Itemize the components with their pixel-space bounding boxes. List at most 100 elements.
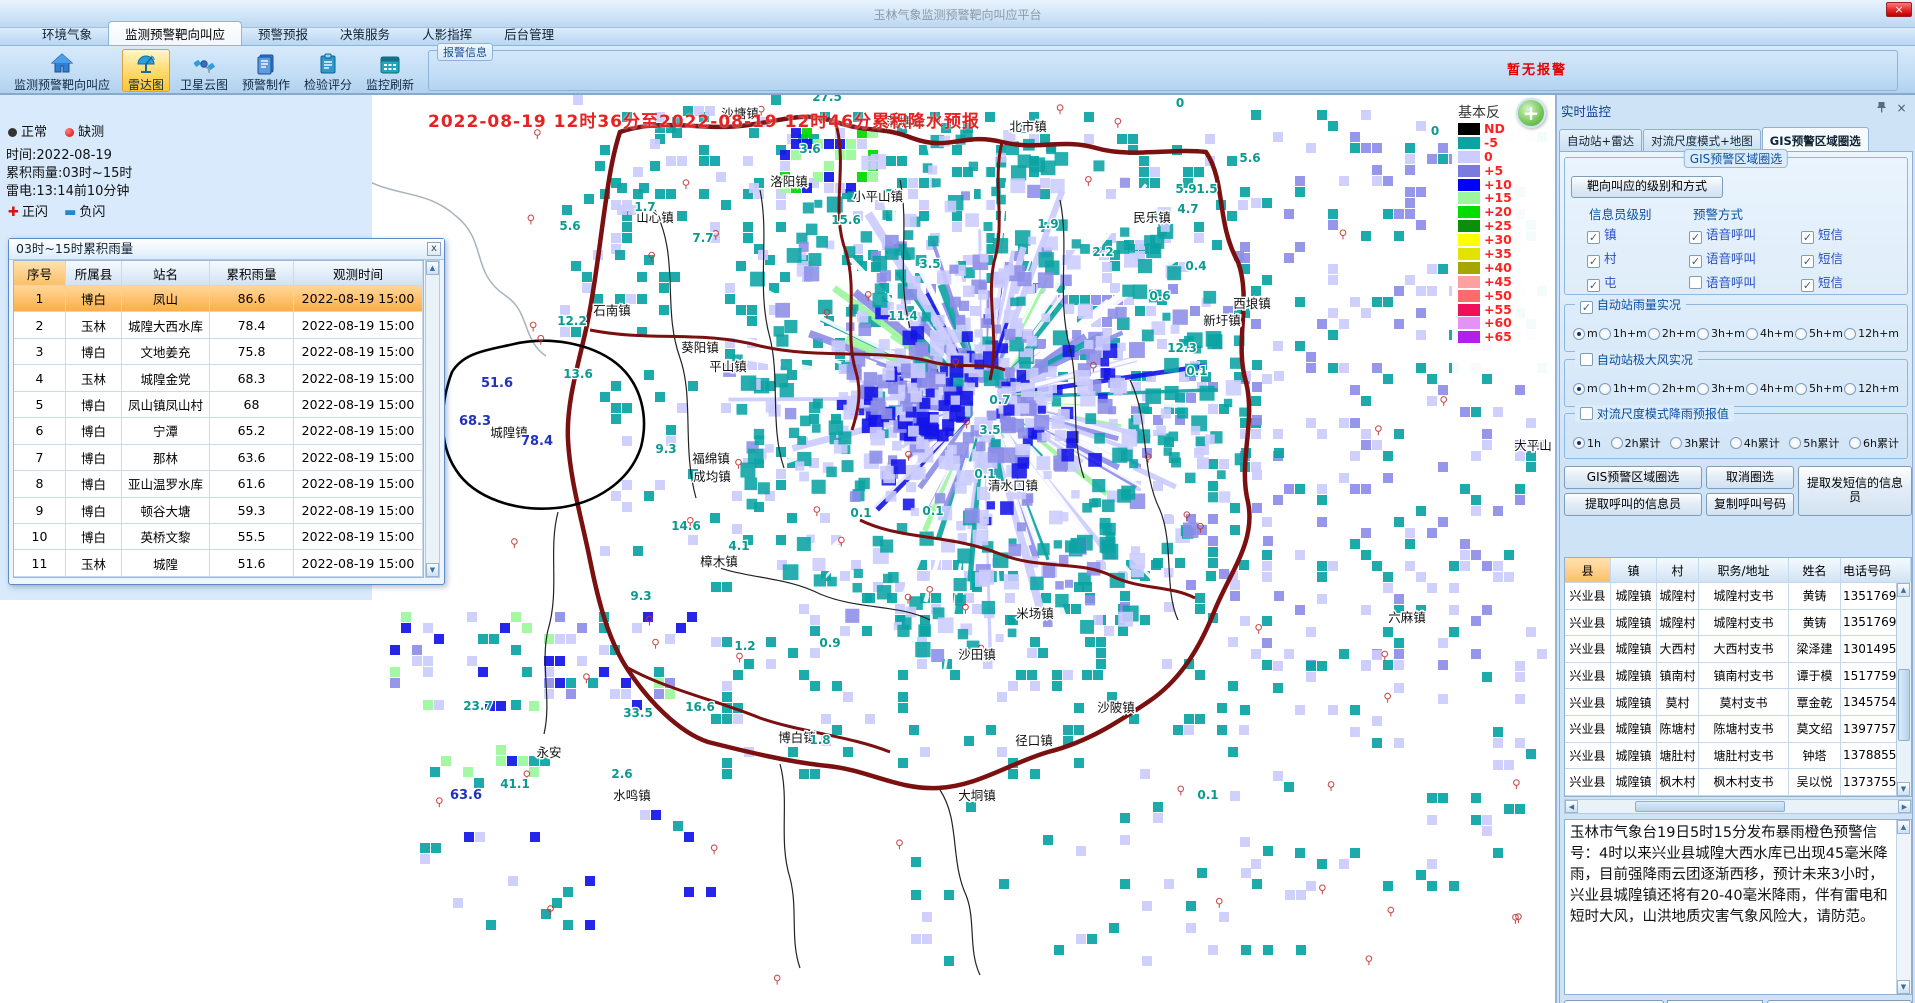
radio-icon[interactable] [1844, 383, 1856, 395]
radio-option[interactable]: 1h+m [1599, 382, 1647, 395]
tool-button-warning-doc[interactable]: 预警制作 [238, 49, 294, 92]
radio-option[interactable]: 6h累计 [1849, 435, 1899, 451]
voice-call-checkbox[interactable]: ✓ [1689, 231, 1702, 244]
sms-checkbox[interactable]: ✓ [1801, 231, 1814, 244]
sms-checkbox[interactable]: ✓ [1801, 255, 1814, 268]
rain-col-header[interactable]: 序号 [14, 261, 66, 285]
menu-tab-1[interactable]: 环境气象 [26, 22, 108, 45]
menu-tab-2[interactable]: 监测预警靶向叫应 [108, 21, 242, 45]
legend-expand-button[interactable]: + [1516, 98, 1546, 128]
rain-table-row[interactable]: 10博白英桥文黎55.52022-08-19 15:00 [14, 524, 423, 550]
rain-table-row[interactable]: 2玉林城隍大西水库78.42022-08-19 15:00 [14, 312, 423, 338]
radio-option[interactable]: 2h+m [1648, 327, 1696, 340]
tool-button-calendar[interactable]: 监控刷新 [362, 49, 418, 92]
scroll-down-icon[interactable]: ▼ [1897, 782, 1910, 796]
contacts-col-header[interactable]: 职务/地址 [1699, 558, 1789, 582]
rain-col-header[interactable]: 所属县 [66, 261, 122, 285]
scroll-up-icon[interactable]: ▲ [1897, 583, 1910, 597]
radio-option[interactable]: 12h+m [1844, 382, 1899, 395]
rain-table-row[interactable]: 3博白文地姜充75.82022-08-19 15:00 [14, 339, 423, 365]
auto-wind-checkbox[interactable] [1580, 353, 1593, 366]
scrollbar-thumb[interactable] [1898, 669, 1910, 741]
radio-icon[interactable] [1599, 328, 1611, 340]
rain-col-header[interactable]: 站名 [122, 261, 210, 285]
radio-icon[interactable] [1730, 437, 1742, 449]
contacts-col-header[interactable]: 电话号码 [1841, 558, 1911, 582]
scroll-down-icon[interactable]: ▼ [426, 563, 439, 577]
radio-icon[interactable] [1697, 328, 1709, 340]
contacts-row[interactable]: 兴业县城隍镇城隍村城隍村支书黄铸135176975 [1565, 583, 1911, 610]
radio-option[interactable]: 1h+m [1599, 327, 1647, 340]
radio-icon[interactable] [1573, 437, 1585, 449]
contacts-col-header[interactable]: 村 [1657, 558, 1699, 582]
contacts-vscrollbar[interactable]: ▲ ▼ [1896, 583, 1911, 796]
rain-table-row[interactable]: 7博白那林63.62022-08-19 15:00 [14, 445, 423, 471]
radio-icon[interactable] [1611, 437, 1623, 449]
menu-tab-4[interactable]: 决策服务 [324, 22, 406, 45]
tool-button-radar[interactable]: 雷达图 [122, 49, 170, 92]
tool-button-clipboard[interactable]: 检验评分 [300, 49, 356, 92]
rain-table-row[interactable]: 6博白宁潭65.22022-08-19 15:00 [14, 418, 423, 444]
close-icon[interactable]: × [1894, 101, 1909, 116]
monitor-tab-1[interactable]: 自动站+雷达 [1559, 129, 1642, 152]
contacts-row[interactable]: 兴业县城隍镇莫村莫村支书覃金乾134575405 [1565, 689, 1911, 716]
level-checkbox[interactable]: ✓ [1587, 279, 1600, 292]
rain-col-header[interactable]: 累积雨量 [210, 261, 294, 285]
tool-button-home[interactable]: 监测预警靶向叫应 [6, 49, 118, 92]
rain-table-row[interactable]: 5博白凤山镇凤山村682022-08-19 15:00 [14, 392, 423, 418]
copy-numbers-button[interactable]: 复制呼叫号码 [1706, 493, 1794, 516]
scrollbar-thumb[interactable] [1635, 801, 1785, 812]
radio-option[interactable]: 3h+m [1697, 327, 1745, 340]
radio-icon[interactable] [1849, 437, 1861, 449]
radio-option[interactable]: 12h+m [1844, 327, 1899, 340]
gis-select-button[interactable]: GIS预警区域圈选 [1564, 466, 1702, 489]
extract-call-button[interactable]: 提取呼叫的信息员 [1564, 493, 1702, 516]
scroll-up-icon[interactable]: ▲ [426, 261, 439, 275]
radio-option[interactable]: m [1573, 327, 1598, 340]
level-checkbox[interactable]: ✓ [1587, 231, 1600, 244]
contacts-hscrollbar[interactable]: ◀ ▶ [1564, 799, 1912, 814]
pin-icon[interactable] [1874, 101, 1889, 116]
radio-option[interactable]: 1h [1573, 435, 1601, 451]
radio-icon[interactable] [1746, 328, 1758, 340]
radio-icon[interactable] [1697, 383, 1709, 395]
contacts-row[interactable]: 兴业县城隍镇城隍村城隍村支书黄铸135176975 [1565, 610, 1911, 637]
radio-option[interactable]: 5h+m [1795, 327, 1843, 340]
radio-option[interactable]: 5h累计 [1789, 435, 1839, 451]
message-scrollbar[interactable]: ▲ ▼ [1896, 820, 1911, 994]
contacts-row[interactable]: 兴业县城隍镇镇南村镇南村支书谭于模151775946 [1565, 663, 1911, 690]
cancel-select-button[interactable]: 取消圈选 [1706, 466, 1794, 489]
contacts-row[interactable]: 兴业县城隍镇塘肚村塘肚村支书钟塔137885534 [1565, 743, 1911, 770]
radio-icon[interactable] [1573, 328, 1585, 340]
voice-call-checkbox[interactable]: ✓ [1689, 255, 1702, 268]
contacts-row[interactable]: 兴业县城隍镇陈塘村陈塘村支书莫文绍139775796 [1565, 716, 1911, 743]
contacts-row[interactable]: 兴业县城隍镇枫木村枫木村支书吴以悦137375511 [1565, 769, 1911, 796]
rain-table-row[interactable]: 4玉林城隍金党68.32022-08-19 15:00 [14, 365, 423, 391]
radio-icon[interactable] [1670, 437, 1682, 449]
radio-option[interactable]: 4h+m [1746, 327, 1794, 340]
scroll-left-icon[interactable]: ◀ [1565, 800, 1578, 813]
level-checkbox[interactable]: ✓ [1587, 255, 1600, 268]
rain-col-header[interactable]: 观测时间 [294, 261, 423, 285]
rain-table-row[interactable]: 8博白亚山温罗水库61.62022-08-19 15:00 [14, 471, 423, 497]
rain-window-close-button[interactable]: x [427, 242, 441, 256]
contacts-col-header[interactable]: 镇 [1611, 558, 1657, 582]
rain-table-row[interactable]: 11玉林城隍51.62022-08-19 15:00 [14, 550, 423, 576]
rain-table-row[interactable]: 9博白顿谷大塘59.32022-08-19 15:00 [14, 498, 423, 524]
radio-icon[interactable] [1573, 383, 1585, 395]
window-close-button[interactable]: × [1886, 2, 1912, 17]
radio-option[interactable]: 3h+m [1697, 382, 1745, 395]
warning-message-textarea[interactable]: 玉林市气象台19日5时15分发布暴雨橙色预警信号：4时以来兴业县城隍大西水库已出… [1564, 819, 1912, 995]
model-checkbox[interactable] [1580, 407, 1593, 420]
target-call-level-button[interactable]: 靶向叫应的级别和方式 [1571, 176, 1723, 198]
radio-icon[interactable] [1648, 328, 1660, 340]
radio-icon[interactable] [1844, 328, 1856, 340]
auto-rain-checkbox[interactable]: ✓ [1580, 301, 1593, 314]
radio-option[interactable]: m [1573, 382, 1598, 395]
radio-icon[interactable] [1795, 328, 1807, 340]
voice-call-checkbox[interactable] [1689, 276, 1702, 289]
scroll-right-icon[interactable]: ▶ [1898, 800, 1911, 813]
radio-option[interactable]: 2h+m [1648, 382, 1696, 395]
menu-tab-3[interactable]: 预警预报 [242, 22, 324, 45]
menu-tab-6[interactable]: 后台管理 [488, 22, 570, 45]
